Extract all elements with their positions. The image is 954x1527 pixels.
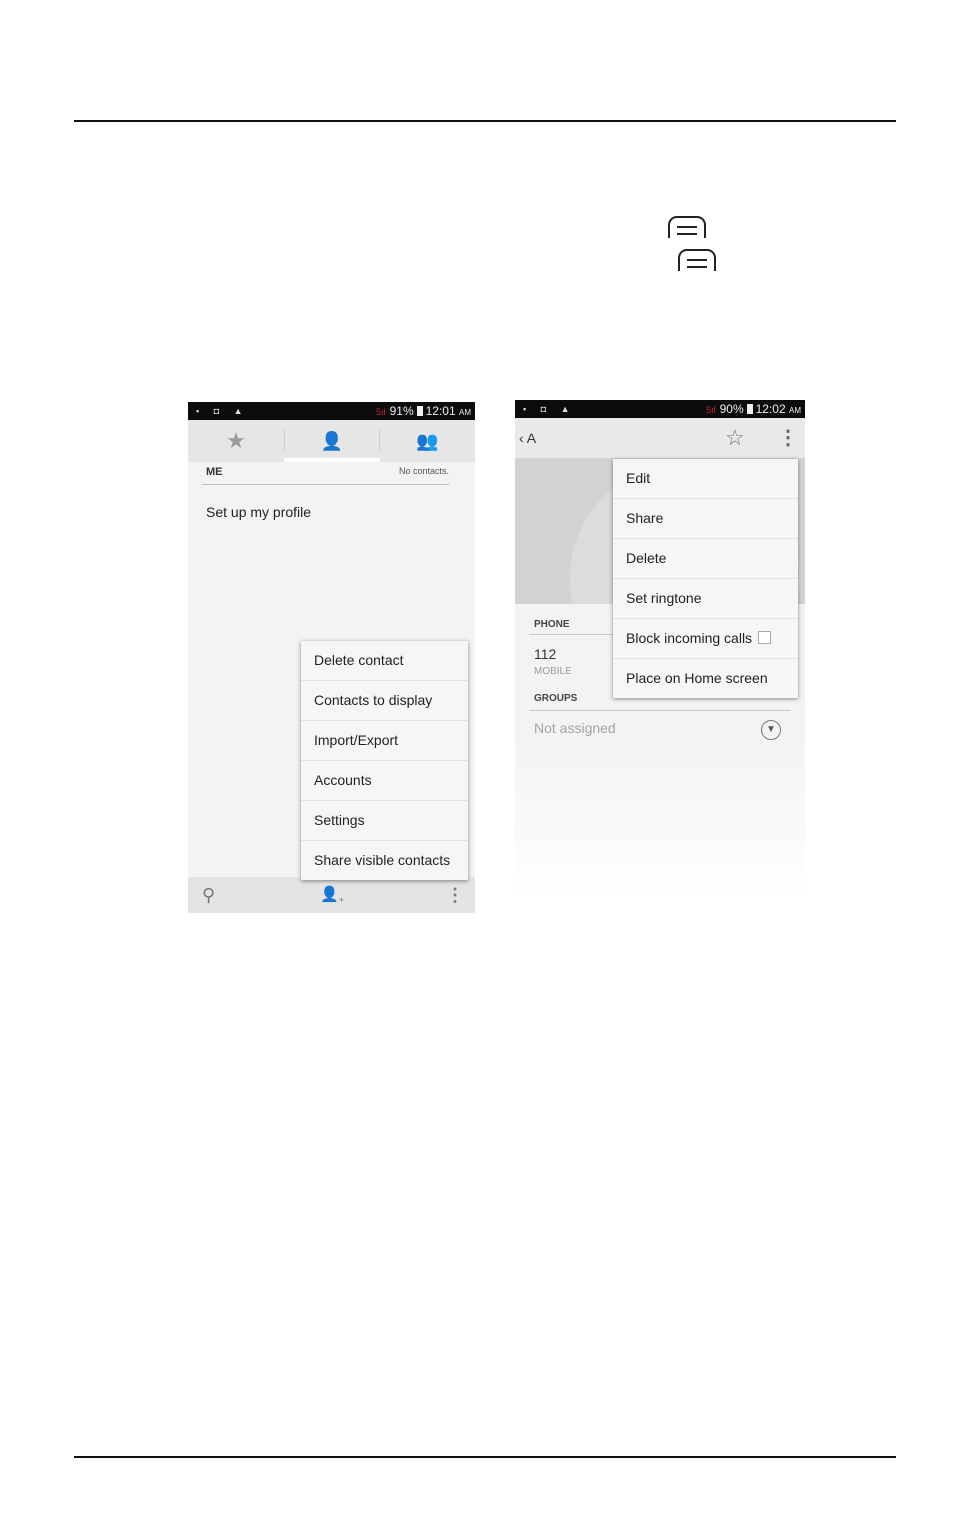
status-bar: ▪ ◘ ▲ 5ıl 90% 12:02 AM: [515, 400, 805, 418]
contacts-tabs: ★ 👤 👥: [188, 420, 475, 462]
favorites-tab-star-icon[interactable]: ★: [188, 420, 284, 462]
contact-options-menu: Edit Share Delete Set ringtone Block inc…: [613, 459, 798, 698]
contacts-tab-person-icon[interactable]: 👤: [284, 420, 380, 462]
action-bar: ‹ A ☆ ⋮: [515, 418, 805, 458]
clock-time: 12:01: [425, 404, 456, 418]
setup-profile-item[interactable]: Set up my profile: [206, 504, 311, 520]
clock-ampm: AM: [789, 406, 801, 415]
back-button[interactable]: ‹ A: [519, 418, 536, 458]
menu-item-share-visible-contacts[interactable]: Share visible contacts: [301, 841, 468, 880]
menu-item-delete[interactable]: Delete: [613, 539, 798, 579]
selected-tab-indicator: [284, 458, 380, 462]
contact-count: No contacts.: [398, 466, 449, 476]
menu-item-accounts[interactable]: Accounts: [301, 761, 468, 801]
section-divider: [529, 710, 791, 711]
menu-item-set-ringtone[interactable]: Set ringtone: [613, 579, 798, 619]
battery-percent: 90%: [719, 402, 744, 416]
menu-item-share[interactable]: Share: [613, 499, 798, 539]
menu-item-settings[interactable]: Settings: [301, 801, 468, 841]
me-section-header: ME: [206, 466, 223, 478]
background-fade: [515, 740, 805, 900]
clock-ampm: AM: [459, 408, 471, 417]
signal-icon: 5ıl: [706, 405, 716, 415]
block-calls-label: Block incoming calls: [626, 630, 753, 646]
add-contact-icon[interactable]: 👤+: [320, 877, 344, 913]
groups-dropdown-icon[interactable]: ▼: [761, 720, 781, 740]
menu-item-block-incoming-calls[interactable]: Block incoming calls: [613, 619, 798, 659]
status-bar: ▪ ◘ ▲ 5ıl 91% 12:01 AM: [188, 402, 475, 420]
contacts-options-menu: Delete contact Contacts to display Impor…: [301, 641, 468, 880]
groups-section-header: GROUPS: [534, 693, 578, 704]
battery-percent: 91%: [389, 404, 414, 418]
menu-key-icon: [678, 249, 716, 271]
contact-detail-screen: ▪ ◘ ▲ 5ıl 90% 12:02 AM ‹ A ☆ ⋮ PHONE 112 M…: [515, 400, 805, 900]
menu-item-place-on-home-screen[interactable]: Place on Home screen: [613, 659, 798, 698]
section-divider: [202, 484, 449, 485]
menu-item-import-export[interactable]: Import/Export: [301, 721, 468, 761]
contacts-screen: ▪ ◘ ▲ 5ıl 91% 12:01 AM ★ 👤 👥 ME No contact…: [188, 402, 475, 913]
menu-key-icon: [668, 216, 706, 238]
menu-item-delete-contact[interactable]: Delete contact: [301, 641, 468, 681]
favorite-star-icon[interactable]: ☆: [725, 418, 745, 458]
menu-item-edit[interactable]: Edit: [613, 459, 798, 499]
notification-icons: ▪ ◘ ▲: [523, 404, 576, 414]
block-calls-checkbox[interactable]: [758, 631, 772, 644]
search-icon[interactable]: ⚲: [202, 877, 215, 913]
bottom-action-bar: ⚲ 👤+ ⋮: [188, 877, 475, 913]
groups-tab-group-icon[interactable]: 👥: [380, 420, 475, 462]
bottom-rule: [74, 1456, 896, 1458]
overflow-menu-icon[interactable]: ⋮: [778, 418, 798, 458]
battery-icon: [746, 404, 753, 414]
battery-icon: [416, 406, 423, 416]
phone-type-label: MOBILE: [534, 666, 572, 677]
overflow-menu-icon[interactable]: ⋮: [446, 877, 464, 913]
menu-item-contacts-to-display[interactable]: Contacts to display: [301, 681, 468, 721]
clock-time: 12:02: [755, 402, 786, 416]
phone-number[interactable]: 112: [534, 646, 556, 662]
top-rule: [74, 120, 896, 122]
notification-icons: ▪ ◘ ▲: [196, 406, 249, 416]
groups-value[interactable]: Not assigned: [534, 720, 616, 736]
signal-icon: 5ıl: [376, 407, 386, 417]
phone-section-header: PHONE: [534, 619, 570, 630]
